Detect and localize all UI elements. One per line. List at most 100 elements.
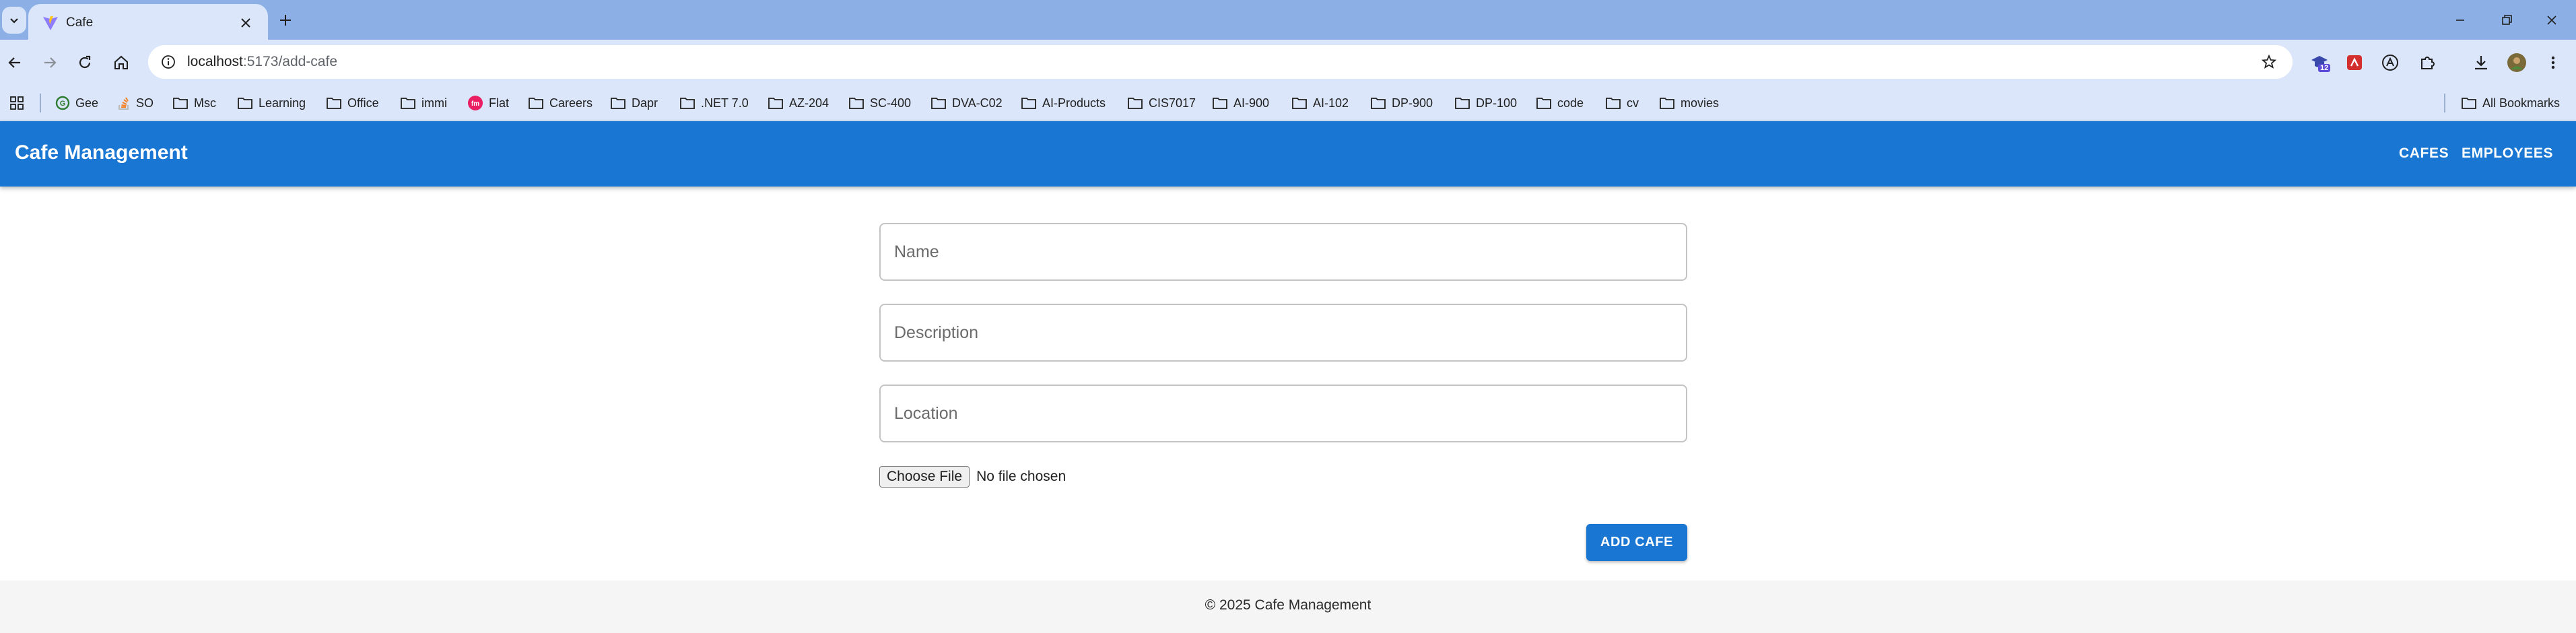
home-button[interactable] <box>108 49 135 76</box>
bookmark-label: AI-Products <box>1042 96 1106 110</box>
description-field[interactable] <box>879 304 1687 362</box>
bookmark-so[interactable]: SO <box>117 93 154 113</box>
download-icon <box>2475 56 2487 70</box>
nav-cafes-link[interactable]: CAFES <box>2399 145 2449 162</box>
folder-icon <box>768 98 783 109</box>
footer-copyright: © 2025 Cafe Management <box>1205 597 1371 613</box>
info-icon <box>162 55 175 69</box>
nav-employees-link[interactable]: EMPLOYEES <box>2462 145 2553 162</box>
address-url[interactable]: localhost:5173/add-cafe <box>187 54 337 70</box>
bookmark-flat[interactable]: fm Flat <box>467 93 509 113</box>
extension-a-icon <box>2382 55 2398 71</box>
tab-title: Cafe <box>66 15 94 30</box>
folder-icon <box>611 98 625 109</box>
extension-red[interactable] <box>2341 49 2368 76</box>
bookmark-label: Learning <box>259 96 306 110</box>
tab-search-button[interactable] <box>2 7 26 34</box>
bookmark-label: cv <box>1627 96 1639 110</box>
gee-favicon: G <box>55 96 70 110</box>
location-field[interactable] <box>879 385 1687 442</box>
bookmark-folder-dapr[interactable]: Dapr <box>610 93 658 113</box>
choose-file-button[interactable]: Choose File <box>879 466 970 488</box>
folder-icon <box>173 98 188 109</box>
location-input[interactable] <box>881 386 1686 441</box>
url-path: :5173/add-cafe <box>242 54 337 69</box>
folder-icon <box>1371 98 1386 109</box>
folder-icon <box>1128 98 1143 109</box>
bookmark-folder-msc[interactable]: Msc <box>172 93 216 113</box>
folder-icon <box>238 98 252 109</box>
bookmark-folder-ai900[interactable]: AI-900 <box>1212 93 1269 113</box>
bookmark-folder-careers[interactable]: Careers <box>528 93 592 113</box>
new-tab-button[interactable] <box>273 8 298 32</box>
folder-icon <box>1660 98 1674 109</box>
minimize-button[interactable] <box>2445 5 2475 35</box>
forward-arrow-icon <box>44 57 57 68</box>
stackoverflow-favicon <box>118 97 129 110</box>
plus-icon <box>280 15 291 26</box>
folder-icon <box>529 98 543 109</box>
bookmark-label: Flat <box>489 96 510 110</box>
bookmark-gee[interactable]: G Gee <box>55 93 98 113</box>
bookmark-folder-ai102[interactable]: AI-102 <box>1291 93 1349 113</box>
extension-a[interactable] <box>2377 49 2404 76</box>
bookmark-folder-dvac02[interactable]: DVA-C02 <box>930 93 1003 113</box>
name-input[interactable] <box>881 224 1686 279</box>
bookmark-star-button[interactable] <box>2258 51 2280 73</box>
name-field[interactable] <box>879 223 1687 281</box>
bookmark-folder-az204[interactable]: AZ-204 <box>768 93 829 113</box>
bookmark-label: CIS7017 <box>1149 96 1196 110</box>
minimize-icon <box>2456 20 2464 21</box>
bookmark-folder-code[interactable]: code <box>1536 93 1584 113</box>
bookmark-folder-office[interactable]: Office <box>326 93 379 113</box>
description-input[interactable] <box>881 305 1686 360</box>
folder-icon <box>1536 98 1551 109</box>
site-info-button[interactable] <box>156 50 180 74</box>
close-icon <box>2547 15 2556 25</box>
window-close-button[interactable] <box>2537 5 2567 35</box>
menu-button[interactable] <box>2540 49 2567 76</box>
bookmarks-bar: G Gee SO Msc Learning Office immi fm Fla… <box>0 84 2576 121</box>
extension-with-badge[interactable]: 12 <box>2306 49 2333 76</box>
extension-red-icon <box>2347 55 2362 70</box>
kebab-menu-icon <box>2551 56 2555 69</box>
downloads-button[interactable] <box>2468 49 2495 76</box>
footer: © 2025 Cafe Management <box>0 580 2576 633</box>
bookmark-folder-immi[interactable]: immi <box>400 93 447 113</box>
reload-button[interactable] <box>71 49 98 76</box>
app-title[interactable]: Cafe Management <box>15 141 188 164</box>
address-bar[interactable]: localhost:5173/add-cafe <box>148 45 2293 79</box>
apps-button[interactable] <box>9 93 24 113</box>
bookmark-label: AI-900 <box>1233 96 1270 110</box>
bookmark-folder-cv[interactable]: cv <box>1605 93 1639 113</box>
bookmark-folder-learning[interactable]: Learning <box>237 93 306 113</box>
bookmark-folder-ai-products[interactable]: AI-Products <box>1021 93 1106 113</box>
bookmark-folder-movies[interactable]: movies <box>1659 93 1719 113</box>
bookmark-folder-dp100[interactable]: DP-100 <box>1454 93 1517 113</box>
bookmark-label: immi <box>421 96 447 110</box>
folder-icon <box>1213 98 1227 109</box>
bookmark-folder-dp900[interactable]: DP-900 <box>1370 93 1433 113</box>
folder-icon <box>1606 98 1621 109</box>
extensions-button[interactable] <box>2414 49 2441 76</box>
bookmark-folder-cis7017[interactable]: CIS7017 <box>1127 93 1196 113</box>
browser-tab-active[interactable]: Cafe <box>28 4 268 40</box>
bookmark-folder-dotnet[interactable]: .NET 7.0 <box>679 93 749 113</box>
apps-grid-icon <box>10 96 24 110</box>
svg-text:G: G <box>60 100 66 108</box>
bookmark-folder-sc400[interactable]: SC-400 <box>848 93 911 113</box>
forward-button[interactable] <box>36 49 63 76</box>
star-icon <box>2261 54 2277 69</box>
vite-favicon <box>43 16 58 30</box>
all-bookmarks-button[interactable]: All Bookmarks <box>2461 93 2560 113</box>
add-cafe-button[interactable]: ADD CAFE <box>1586 524 1687 561</box>
back-button[interactable] <box>1 49 28 76</box>
profile-button[interactable] <box>2503 49 2530 76</box>
flat-favicon: fm <box>468 96 483 110</box>
close-icon <box>241 18 250 28</box>
tab-close-button[interactable] <box>234 11 257 34</box>
browser-toolbar: localhost:5173/add-cafe 12 <box>0 40 2576 84</box>
restore-button[interactable] <box>2492 5 2521 35</box>
bookmark-label: AZ-204 <box>789 96 829 110</box>
folder-icon <box>2462 98 2476 109</box>
